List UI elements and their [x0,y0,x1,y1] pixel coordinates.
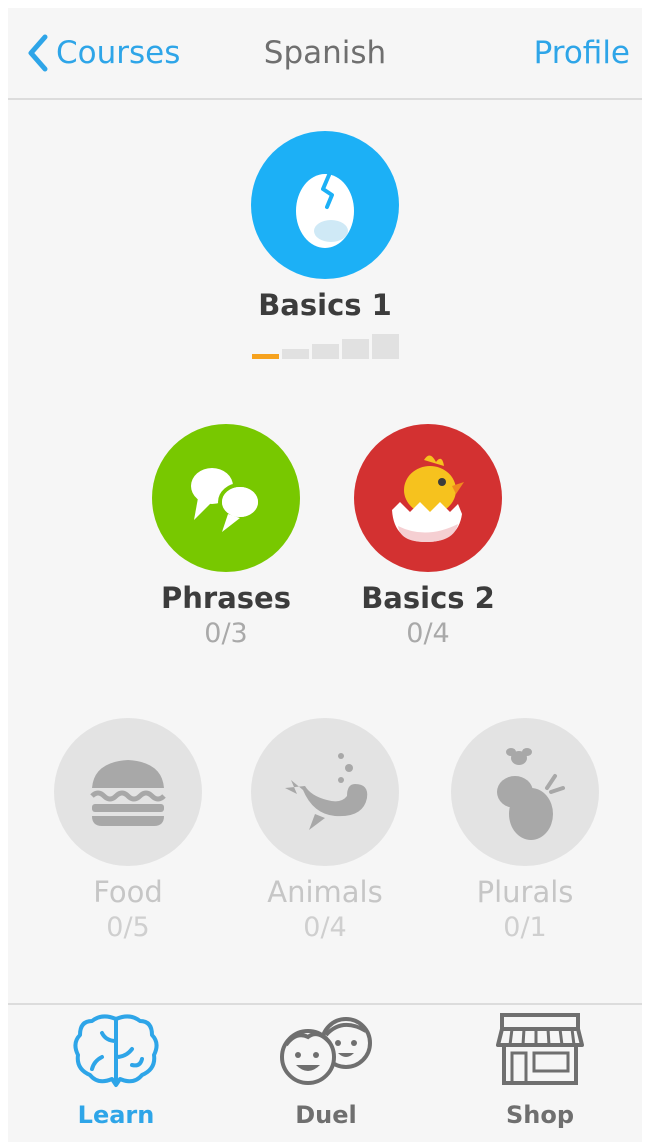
strength-bar [311,344,339,359]
storefront-icon [496,1013,584,1085]
skill-progress: 0/1 [503,912,547,943]
tab-bar: Learn Duel Shop [8,1003,642,1142]
tab-label: Duel [295,1101,357,1129]
skill-circle [354,424,502,572]
burger-icon [90,760,166,826]
brain-icon [73,1014,159,1087]
strength-meter [205,333,445,359]
bees-icon [497,748,565,840]
strength-bar [281,349,309,359]
skill-basics-1[interactable]: Basics 1 [205,131,445,359]
hatching-chick-icon [392,455,464,542]
egg-icon [296,173,354,248]
speech-bubbles-icon [191,468,262,532]
app-screen: Courses Spanish Profile Basics 1 Phrases… [8,8,642,1142]
skill-name: Plurals [476,875,574,909]
profile-button[interactable]: Profile [534,28,630,78]
tab-label: Shop [505,1101,575,1129]
skill-name: Basics 1 [258,288,392,322]
whale-icon [285,753,368,830]
skill-circle [251,718,399,866]
skill-basics-2[interactable]: Basics 2 0/4 [308,424,548,652]
skill-plurals[interactable]: Plurals 0/1 [405,718,642,946]
faces-icon [280,1017,372,1085]
tab-shop[interactable]: Shop [460,1005,620,1129]
tab-duel[interactable]: Duel [246,1005,406,1129]
strength-bar [341,339,369,359]
tab-label: Learn [77,1101,155,1129]
tab-learn[interactable]: Learn [36,1005,196,1129]
strength-bar [371,334,399,359]
skill-circle [152,424,300,572]
strength-bar [251,354,279,359]
skill-circle [451,718,599,866]
skill-name: Basics 2 [361,581,495,615]
skill-circle [54,718,202,866]
skill-circle [251,131,399,279]
navigation-bar: Courses Spanish Profile [8,8,642,100]
skill-progress: 0/4 [406,618,450,649]
